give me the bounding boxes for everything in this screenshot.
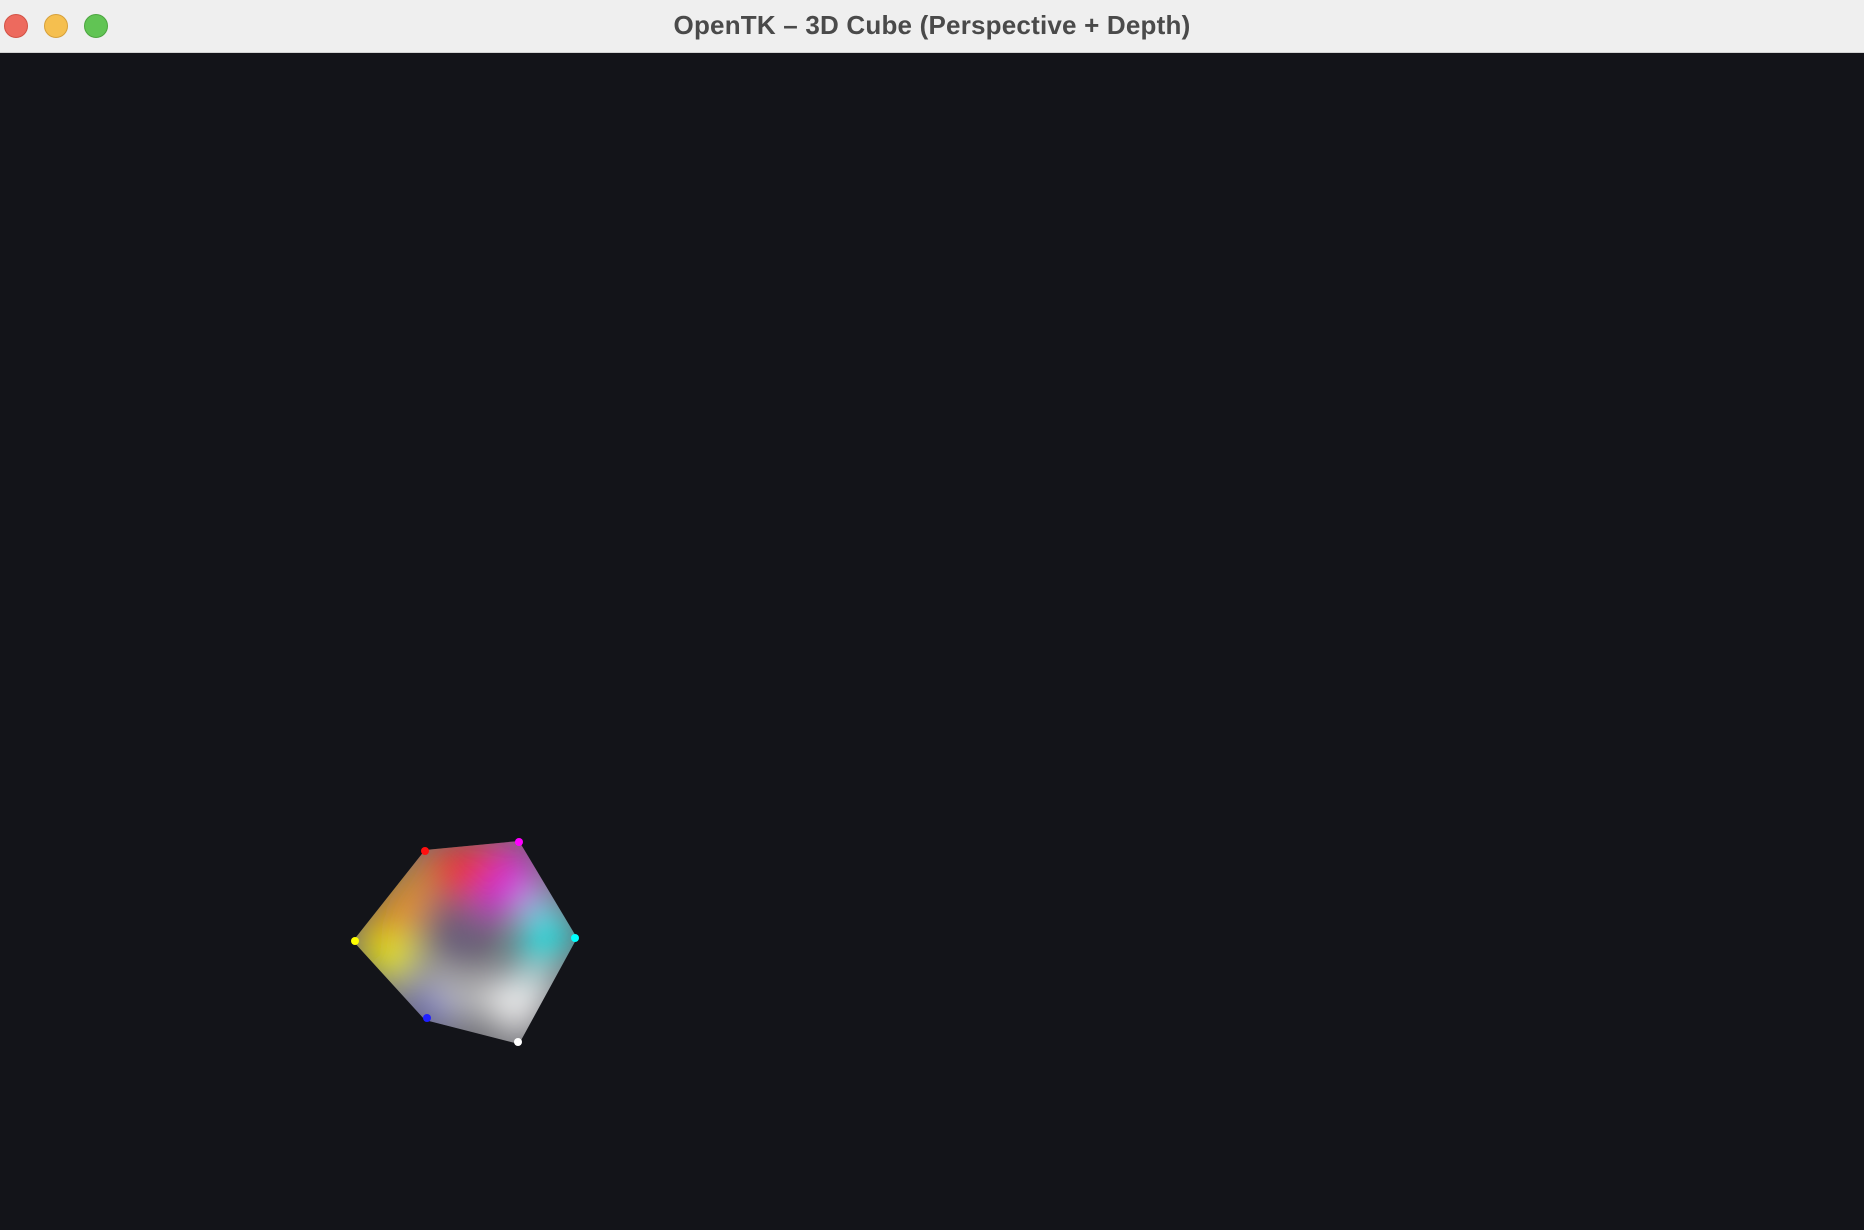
- gl-viewport[interactable]: [0, 54, 1864, 1230]
- corner-magenta: [515, 838, 523, 846]
- window-title: OpenTK – 3D Cube (Perspective + Depth): [673, 10, 1191, 40]
- cube: [351, 838, 579, 1046]
- app-window: OpenTK – 3D Cube (Perspective + Depth): [0, 0, 1864, 1230]
- corner-red: [421, 847, 429, 855]
- corner-blue: [423, 1014, 431, 1022]
- corner-cyan: [571, 934, 579, 942]
- cube-render: [351, 838, 579, 1046]
- title-bar[interactable]: OpenTK – 3D Cube (Perspective + Depth): [0, 0, 1864, 53]
- corner-white: [514, 1038, 522, 1046]
- corner-yellow: [351, 937, 359, 945]
